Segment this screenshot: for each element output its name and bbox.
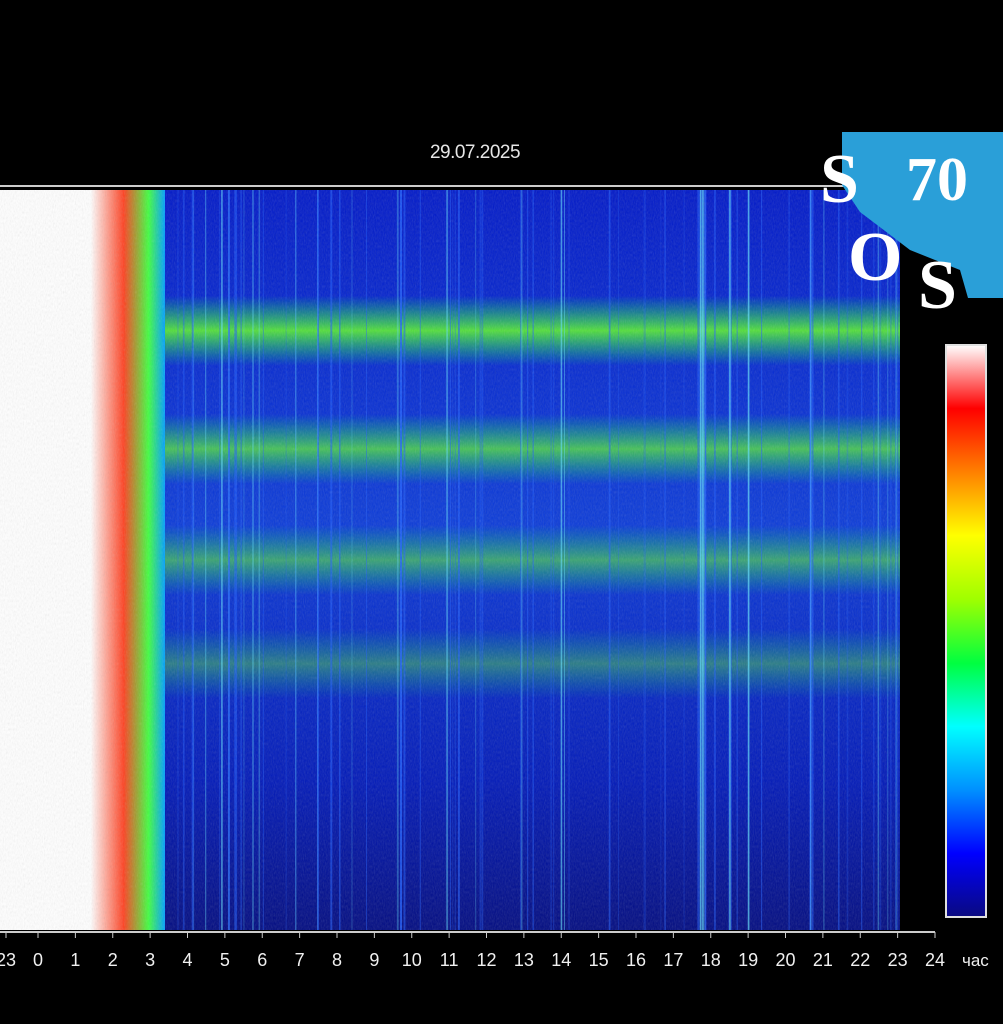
x-tick-label: 11 [440,950,459,970]
logo-letter-s2: S [918,247,957,320]
logo-letter-o: O [848,219,902,296]
x-tick-label: 6 [257,950,267,970]
x-tick-label: 3 [145,950,155,970]
x-tick-label: 16 [626,950,646,970]
x-tick-label: 22 [850,950,870,970]
x-tick-label: 17 [663,950,683,970]
x-tick-label: 12 [476,950,496,970]
logo-letter-s1: S [820,141,859,218]
x-tick-label: 20 [775,950,795,970]
x-tick-label: 15 [589,950,609,970]
x-tick-label: 5 [220,950,230,970]
x-tick-label: 8 [332,950,342,970]
x-tick-label: 13 [514,950,534,970]
x-tick-label: 18 [701,950,721,970]
x-axis-unit-label: час [962,951,989,970]
x-tick-label: 19 [738,950,758,970]
x-tick-label: 23 [888,950,908,970]
logo-number: 70 [906,146,968,214]
x-axis-ticks: 23 0 1 2 3 4 5 6 7 8 9 10 11 12 13 14 15 16 17 18 19 20 21 22 23… [0,932,945,970]
x-tick-label: 23 [0,950,16,970]
noise-texture [0,190,900,930]
x-tick-label: 9 [369,950,379,970]
colorbar [945,344,987,918]
x-tick-label: 21 [813,950,833,970]
x-tick-label: 1 [70,950,80,970]
x-tick-label: 24 [925,950,945,970]
x-tick-label: 7 [295,950,305,970]
sos70-logo: S 70 O S [820,132,1003,320]
x-tick-label: 2 [108,950,118,970]
x-tick-label: 4 [182,950,192,970]
spectrogram-plot-area [0,190,900,930]
x-tick-label: 0 [33,950,43,970]
x-tick-label: 10 [402,950,422,970]
x-tick-label: 14 [551,950,571,970]
